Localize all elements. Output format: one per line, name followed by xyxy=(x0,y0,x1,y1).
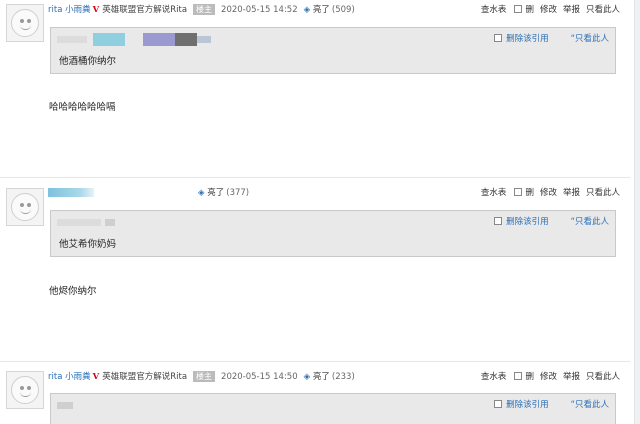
quote-only-label: 只看此人 xyxy=(574,34,609,44)
user-certification: 英雄联盟官方解说Rita xyxy=(102,372,188,382)
post-meta: rita 小雨粪 V 英雄联盟官方解说Rita 楼主 2020-05-15 14:52 ◈… xyxy=(48,3,355,17)
like-button[interactable]: ◈ 亮了 xyxy=(198,188,224,198)
default-avatar-icon xyxy=(11,193,39,221)
quote-block: 删除该引用 “只看此人 他酒桶你纳尔 xyxy=(50,27,616,74)
reply-post: rita 小雨粪 V 英雄联盟官方解说Rita 楼主 2020-05-15 14:50 ◈… xyxy=(0,362,630,424)
like-label: 亮了 xyxy=(312,372,330,382)
quote-checkbox[interactable] xyxy=(494,34,503,42)
only-this-user-link[interactable]: 只看此人 xyxy=(586,5,620,15)
quote-only-label: 只看此人 xyxy=(574,400,609,410)
avatar[interactable] xyxy=(6,4,44,42)
post-actions: 查水表 删修改 举报 只看此人 xyxy=(475,3,620,17)
check-water-meter-link[interactable]: 查水表 xyxy=(481,372,507,382)
edit-link[interactable]: 修改 xyxy=(540,5,557,15)
delete-checkbox[interactable] xyxy=(514,5,523,13)
quote-block: 删除该引用 “只看此人 xyxy=(50,393,616,424)
only-this-user-link[interactable]: 只看此人 xyxy=(586,372,620,382)
quote-actions: 删除该引用 “只看此人 xyxy=(494,32,609,44)
blurred-username xyxy=(48,188,94,197)
like-label: 亮了 xyxy=(207,188,225,198)
quote-only-user-link[interactable]: “只看此人 xyxy=(571,400,609,410)
delete-checkbox[interactable] xyxy=(514,372,523,380)
verified-v-icon: V xyxy=(92,5,100,15)
lightbulb-icon: ◈ xyxy=(303,372,311,382)
blurred-quote-author xyxy=(57,216,227,229)
default-avatar-icon xyxy=(11,376,39,404)
blurred-quote-author xyxy=(57,399,227,412)
quote-checkbox[interactable] xyxy=(494,217,503,225)
like-count: (377) xyxy=(226,188,250,198)
lightbulb-icon: ◈ xyxy=(303,5,311,15)
default-avatar-icon xyxy=(11,9,39,37)
owner-badge: 楼主 xyxy=(193,4,216,15)
report-link[interactable]: 举报 xyxy=(563,372,580,382)
post-body: 他烬你纳尔 xyxy=(49,286,97,297)
avatar[interactable] xyxy=(6,188,44,226)
delete-link[interactable]: 删 xyxy=(525,188,534,198)
like-button[interactable]: ◈ 亮了 xyxy=(304,5,330,15)
edit-link[interactable]: 修改 xyxy=(540,188,557,198)
like-label: 亮了 xyxy=(312,5,330,15)
quote-actions: 删除该引用 “只看此人 xyxy=(494,398,609,410)
quote-only-label: 只看此人 xyxy=(574,217,609,227)
quote-text: 他酒桶你纳尔 xyxy=(59,56,117,67)
reply-post: rita 小雨粪 V 英雄联盟官方解说Rita 楼主 2020-05-15 14:52 ◈… xyxy=(0,0,630,178)
verified-v-icon: V xyxy=(92,372,100,382)
like-count: (509) xyxy=(331,5,355,15)
post-meta: rita 小雨粪 V 英雄联盟官方解说Rita 楼主 2020-05-15 14:50 ◈… xyxy=(48,370,355,384)
check-water-meter-link[interactable]: 查水表 xyxy=(481,188,507,198)
post-actions: 查水表 删修改 举报 只看此人 xyxy=(475,186,620,200)
report-link[interactable]: 举报 xyxy=(563,188,580,198)
check-water-meter-link[interactable]: 查水表 xyxy=(481,5,507,15)
post-time: 2020-05-15 14:52 xyxy=(221,5,298,15)
delete-link[interactable]: 删 xyxy=(525,372,534,382)
quote-only-user-link[interactable]: “只看此人 xyxy=(571,217,609,227)
delete-link[interactable]: 删 xyxy=(525,5,534,15)
post-time: 2020-05-15 14:50 xyxy=(221,372,298,382)
edit-link[interactable]: 修改 xyxy=(540,372,557,382)
reply-post: ◈ 亮了 (377) 查水表删修改 举报 只看此人 删除该引用 “只看此人 他艾希你奶妈… xyxy=(0,178,630,362)
post-actions: 查水表 删修改 举报 只看此人 xyxy=(475,370,620,384)
quote-only-user-link[interactable]: “只看此人 xyxy=(571,34,609,44)
delete-quote-link[interactable]: 删除该引用 xyxy=(506,217,549,227)
delete-quote-link[interactable]: 删除该引用 xyxy=(506,400,549,410)
like-button[interactable]: ◈ 亮了 xyxy=(304,372,330,382)
blurred-quote-author xyxy=(57,33,227,46)
quote-text: 他艾希你奶妈 xyxy=(59,239,117,250)
avatar[interactable] xyxy=(6,371,44,409)
quote-actions: 删除该引用 “只看此人 xyxy=(494,215,609,227)
delete-quote-link[interactable]: 删除该引用 xyxy=(506,34,549,44)
owner-badge: 楼主 xyxy=(193,371,216,382)
username-link[interactable]: rita 小雨粪 xyxy=(48,5,91,15)
post-meta: ◈ 亮了 (377) xyxy=(48,186,249,200)
report-link[interactable]: 举报 xyxy=(563,5,580,15)
post-body: 哈哈哈哈哈哈嗝 xyxy=(49,102,116,113)
user-certification: 英雄联盟官方解说Rita xyxy=(102,5,188,15)
vertical-scrollbar[interactable] xyxy=(634,0,640,424)
only-this-user-link[interactable]: 只看此人 xyxy=(586,188,620,198)
delete-checkbox[interactable] xyxy=(514,188,523,196)
quote-checkbox[interactable] xyxy=(494,400,503,408)
quote-block: 删除该引用 “只看此人 他艾希你奶妈 xyxy=(50,210,616,257)
like-count: (233) xyxy=(331,372,355,382)
username-link[interactable]: rita 小雨粪 xyxy=(48,372,91,382)
lightbulb-icon: ◈ xyxy=(198,188,205,198)
